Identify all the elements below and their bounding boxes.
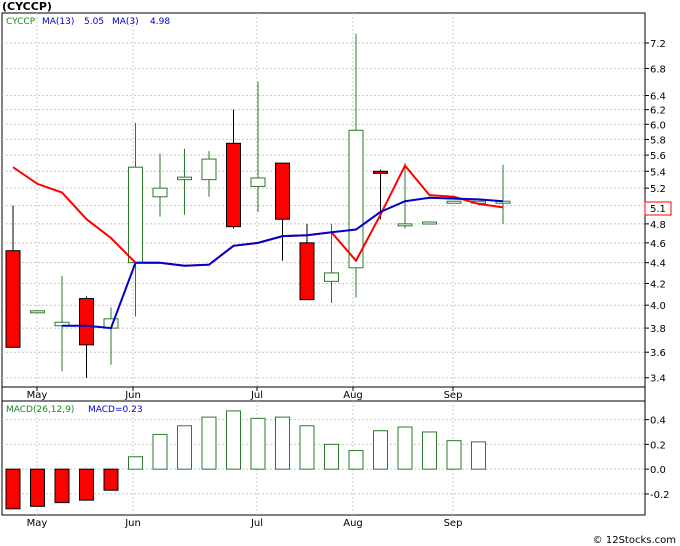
candle-body [226,142,241,228]
x-axis-label: Sep [444,518,463,529]
macd-bar [324,443,339,470]
x-axis-label: Jun [124,518,141,529]
price-tick-label: 5.2 [650,184,666,195]
candle-body [177,176,192,181]
price-tick-label: 4.6 [650,239,666,250]
macd-bar [79,468,94,501]
macd-bar [5,468,21,510]
candle-body [152,187,168,198]
x-axis-label: Jul [250,390,263,401]
legend-symbol: CYCCP [6,17,36,27]
price-tick-label: 3.4 [650,374,666,385]
macd-tick-label: -0.2 [650,490,670,501]
macd-bar [103,468,119,491]
price-tick-label: 6.4 [650,92,666,103]
x-axis-label: Jun [124,390,141,401]
price-panel-frame [1,12,646,388]
stock-chart: 3.43.63.84.04.24.44.64.85.05.25.45.65.86… [1,12,672,529]
candle-body [30,310,45,314]
macd-bar [30,468,45,507]
price-tick-label: 4.2 [650,279,666,290]
candle-body [299,242,315,301]
macd-bars [5,410,486,510]
macd-gridlines [2,401,645,515]
macd-legend-label: MACD(26,12,9) [6,405,74,415]
price-tick-label: 4.4 [650,259,666,270]
macd-axis: 0.4 0.2 0.0 -0.2 [645,416,670,501]
candle-body [348,129,364,269]
macd-bar [397,426,413,470]
macd-bar [250,417,266,470]
x-axis-label: Aug [343,390,363,401]
x-axis-label: Aug [343,518,363,529]
macd-bar [422,431,437,470]
candle-body [397,223,413,227]
price-tick-label: 6.2 [650,106,666,117]
x-axis-labels-bottom: May Jun Jul Aug Sep [27,518,463,529]
macd-legend-value: MACD=0.23 [88,405,143,415]
price-tick-label: 6.8 [650,64,666,75]
x-axis-label: Sep [444,390,463,401]
macd-bar [299,425,315,470]
candle-body [128,166,143,264]
legend-ma13-value: 5.05 [84,17,104,27]
legend-ma13-label: MA(13) [42,17,74,27]
price-tick-label: 4.0 [650,301,666,312]
candle-body [201,158,217,181]
macd-tick-label: 0.2 [650,440,666,451]
x-axis-label: May [27,518,48,529]
macd-bar [128,456,143,470]
macd-tick-label: 0.0 [650,465,666,476]
macd-bar [54,468,70,504]
footer-credit: © 12Stocks.com [592,535,676,546]
macd-bar [275,416,290,470]
price-tick-label: 5.8 [650,135,666,146]
legend-ma3-value: 4.98 [150,17,170,27]
price-tick-label: 4.8 [650,220,666,231]
candle-body [275,162,290,220]
legend-ma3-label: MA(3) [112,17,139,27]
price-tick-label: 5.6 [650,151,666,162]
last-price-label: 5.1 [650,204,666,215]
candle-body [446,200,462,204]
x-axis-band [1,386,646,402]
price-tick-label: 3.8 [650,324,666,335]
macd-bar [471,441,486,470]
macd-bar [177,425,192,470]
macd-panel-frame [1,400,646,516]
x-axis-label: May [27,390,48,401]
candle-body [5,250,21,348]
macd-bar [201,416,217,470]
macd-tick-label: 0.4 [650,416,666,427]
macd-bar [152,433,168,470]
candle-body [79,298,94,346]
price-tick-label: 6.0 [650,120,666,131]
macd-bar [446,440,462,470]
candle-body [250,177,266,187]
macd-bar [373,430,388,470]
candle-body [324,272,339,282]
price-tick-label: 3.6 [650,348,666,359]
price-gridlines [2,13,645,387]
price-tick-label: 5.4 [650,167,666,178]
price-tick-label: 7.2 [650,39,666,50]
candle-body [422,221,437,225]
macd-bar [226,410,241,470]
candle-body [373,170,388,174]
macd-bar [348,450,364,470]
x-axis-label: Jul [250,518,263,529]
